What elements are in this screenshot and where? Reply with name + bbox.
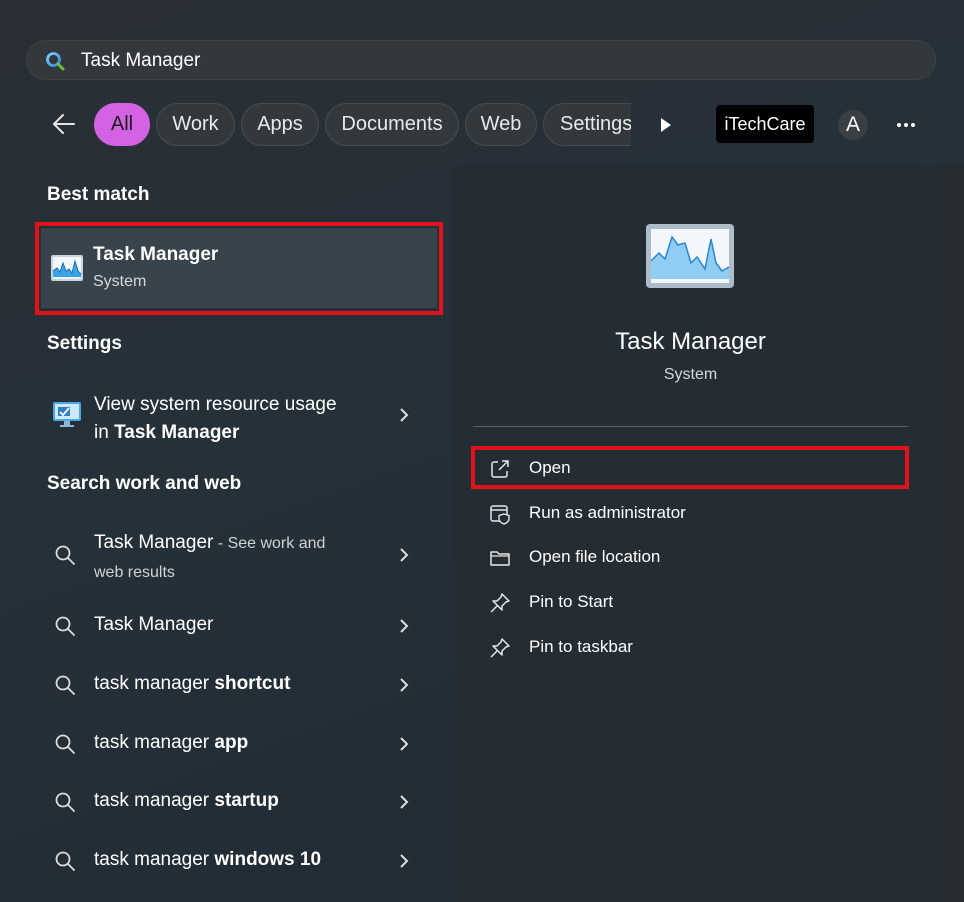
chevron-right-icon (400, 619, 409, 633)
action-pin-to-start-label: Pin to Start (529, 592, 614, 611)
filter-all-label: All (110, 113, 134, 135)
suggestion-item[interactable]: task manager startup (40, 784, 440, 820)
best-match-item[interactable] (41, 228, 437, 308)
search-icon (55, 545, 75, 565)
organization-name: iTechCare (724, 113, 806, 134)
more-options-icon[interactable] (893, 113, 919, 137)
search-web-heading: Search work and web (47, 473, 242, 494)
suggestion-normal: task manager (94, 849, 215, 870)
panel-edge (930, 166, 964, 902)
filter-documents-label: Documents (341, 113, 443, 135)
search-icon (46, 52, 65, 71)
suggestion-bold: startup (214, 790, 279, 811)
suggestion-normal: task manager (94, 790, 215, 811)
suggestion-item[interactable]: task manager app (40, 726, 440, 762)
filter-settings[interactable]: Settings (543, 103, 631, 146)
action-open-label: Open (529, 458, 571, 477)
chevron-right-icon (400, 737, 409, 751)
preview-subtitle: System (663, 366, 718, 383)
best-match-subtitle: System (93, 273, 147, 290)
action-pin-to-taskbar-label: Pin to taskbar (529, 637, 633, 656)
task-manager-icon (51, 255, 83, 281)
search-icon (55, 851, 75, 871)
settings-item-line1: View system resource usage (94, 394, 337, 415)
settings-heading: Settings (47, 333, 122, 354)
chevron-right-icon (400, 854, 409, 868)
search-icon (55, 734, 75, 754)
suggestion-item[interactable]: Task Manager (40, 608, 440, 644)
action-run-as-administrator[interactable]: Run as administrator (473, 495, 908, 531)
filter-web[interactable]: Web (465, 103, 537, 146)
search-icon (55, 675, 75, 695)
preview-title: Task Manager (615, 328, 766, 355)
filter-all[interactable]: All (94, 103, 150, 146)
chevron-right-icon (400, 678, 409, 692)
pin-icon (490, 638, 510, 658)
suggestion-normal: task manager (94, 673, 215, 694)
back-arrow-icon[interactable] (48, 108, 80, 140)
avatar[interactable]: A (838, 110, 868, 140)
filter-apps[interactable]: Apps (241, 103, 319, 146)
organization-badge[interactable]: iTechCare (716, 105, 814, 143)
shield-admin-icon (490, 505, 510, 525)
action-pin-to-start[interactable]: Pin to Start (473, 584, 908, 620)
settings-item-line2-bold: Task Manager (114, 422, 240, 443)
action-open-file-location-label: Open file location (529, 547, 661, 566)
settings-item-view-resource-usage[interactable]: View system resource usage in Task Manag… (40, 385, 440, 445)
filter-work[interactable]: Work (156, 103, 235, 146)
task-manager-icon (646, 224, 734, 288)
filter-settings-label: Settings (560, 113, 631, 135)
settings-item-line2-prefix: in (94, 422, 115, 443)
suggestion-bold: app (214, 732, 249, 753)
chevron-right-icon (400, 795, 409, 809)
chevron-right-icon (400, 548, 409, 562)
chevron-right-icon (400, 408, 409, 422)
suggestion-bold: shortcut (214, 673, 291, 694)
pin-icon (490, 593, 510, 613)
search-query[interactable]: Task Manager (81, 50, 200, 72)
filter-settings-clip: Settings (540, 103, 631, 146)
filter-work-label: Work (172, 113, 219, 135)
action-open[interactable]: Open (473, 450, 908, 486)
web-result-item[interactable]: Task Manager - See work and web results (40, 525, 440, 585)
avatar-letter: A (845, 113, 860, 136)
web-result-suffix: - See work and (213, 535, 326, 552)
filter-web-label: Web (480, 113, 522, 135)
action-open-file-location[interactable]: Open file location (473, 539, 908, 575)
best-match-heading: Best match (47, 184, 150, 205)
suggestion-normal: task manager (94, 732, 215, 753)
suggestion-item[interactable]: task manager shortcut (40, 667, 440, 703)
monitor-settings-icon (53, 402, 81, 427)
search-icon (55, 616, 75, 636)
play-icon[interactable] (658, 116, 674, 134)
web-result-suffix-line2: web results (94, 564, 175, 581)
filter-apps-label: Apps (257, 113, 303, 135)
search-icon (55, 792, 75, 812)
action-pin-to-taskbar[interactable]: Pin to taskbar (473, 629, 908, 665)
folder-icon (490, 551, 510, 566)
suggestion-bold: windows 10 (214, 849, 322, 870)
best-match-title: Task Manager (93, 244, 219, 265)
action-run-as-administrator-label: Run as administrator (529, 503, 686, 522)
suggestion-normal: Task Manager (94, 614, 214, 635)
web-result-term: Task Manager (94, 532, 214, 553)
filter-documents[interactable]: Documents (325, 103, 459, 146)
open-external-icon (491, 460, 509, 478)
suggestion-item[interactable]: task manager windows 10 (40, 843, 440, 879)
search-input[interactable]: Task Manager (26, 40, 936, 80)
divider (473, 426, 908, 427)
